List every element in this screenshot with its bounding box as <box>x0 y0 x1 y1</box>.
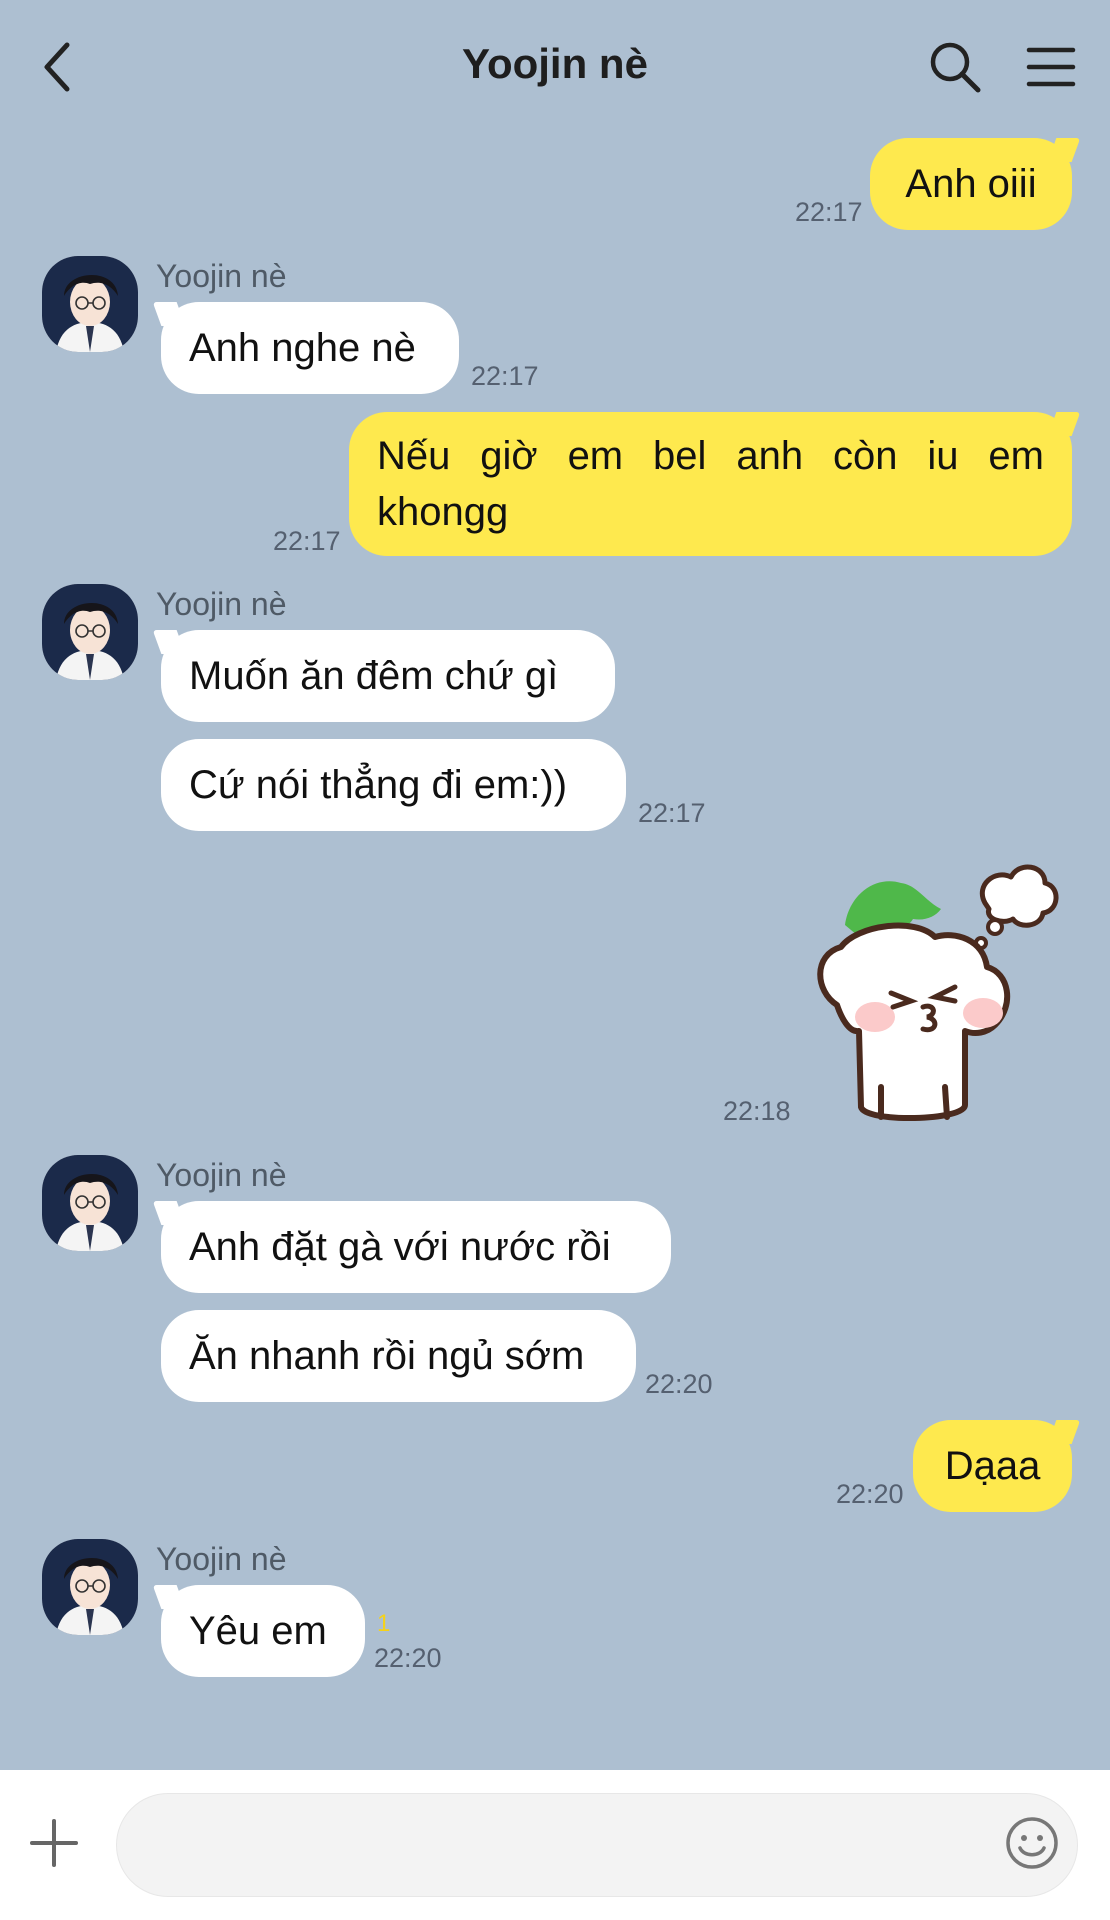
search-icon <box>930 42 981 93</box>
hamburger-menu-icon <box>1026 47 1076 87</box>
attach-button[interactable] <box>26 1815 82 1871</box>
avatar-image <box>42 1155 138 1251</box>
incoming-message-bubble[interactable]: Yêu em <box>161 1585 365 1677</box>
emoji-icon <box>1006 1817 1058 1869</box>
message-text: Muốn ăn đêm chứ gì <box>189 654 559 698</box>
avatar-image <box>42 584 138 680</box>
message-time: 22:17 <box>638 798 706 828</box>
radish-kiss-sticker[interactable] <box>805 855 1067 1130</box>
message-text: Yêu em <box>189 1609 327 1653</box>
emoji-button[interactable] <box>1004 1815 1060 1871</box>
message-text: Anh nghe nè <box>189 326 416 370</box>
message-time: 22:20 <box>836 1479 904 1509</box>
sender-name: Yoojin nè <box>156 1541 287 1577</box>
avatar-image <box>42 1539 138 1635</box>
outgoing-message-bubble[interactable]: Anh oiii <box>870 138 1072 230</box>
message-text: Anh oiii <box>905 162 1037 206</box>
sender-name: Yoojin nè <box>156 258 287 294</box>
search-button[interactable] <box>920 32 990 102</box>
avatar[interactable] <box>42 1539 138 1635</box>
message-text: Dạaa <box>944 1444 1041 1488</box>
menu-button[interactable] <box>1016 32 1086 102</box>
avatar[interactable] <box>42 584 138 680</box>
sender-name: Yoojin nè <box>156 1157 287 1193</box>
message-time: 22:17 <box>273 526 341 556</box>
message-text: Cứ nói thẳng đi em:)) <box>189 763 568 807</box>
unread-count: 1 <box>377 1610 391 1637</box>
plus-icon <box>30 1819 78 1867</box>
message-text-line: Nếu giờ em bel anh còn iu em <box>377 434 1044 478</box>
avatar[interactable] <box>42 1155 138 1251</box>
message-time: 22:20 <box>645 1369 713 1399</box>
message-time: 22:17 <box>471 361 539 391</box>
message-text-line: khongg <box>377 490 509 534</box>
message-time: 22:18 <box>723 1096 791 1126</box>
message-time: 22:17 <box>795 197 863 227</box>
incoming-message-bubble[interactable]: Cứ nói thẳng đi em:)) <box>161 739 626 831</box>
avatar[interactable] <box>42 256 138 352</box>
message-text: Ăn nhanh rồi ngủ sớm <box>189 1334 585 1378</box>
avatar-image <box>42 256 138 352</box>
sticker-image <box>817 864 1059 1121</box>
incoming-message-bubble[interactable]: Muốn ăn đêm chứ gì <box>161 630 615 722</box>
message-text: Anh đặt gà với nước rồi <box>189 1225 611 1269</box>
message-input[interactable] <box>116 1793 1078 1897</box>
outgoing-message-bubble[interactable]: Nếu giờ em bel anh còn iu em khongg <box>349 412 1072 556</box>
incoming-message-bubble[interactable]: Anh đặt gà với nước rồi <box>161 1201 671 1293</box>
message-time: 22:20 <box>374 1643 442 1673</box>
outgoing-message-bubble[interactable]: Dạaa <box>913 1420 1072 1512</box>
incoming-message-bubble[interactable]: Ăn nhanh rồi ngủ sớm <box>161 1310 636 1402</box>
sender-name: Yoojin nè <box>156 586 287 622</box>
incoming-message-bubble[interactable]: Anh nghe nè <box>161 302 459 394</box>
